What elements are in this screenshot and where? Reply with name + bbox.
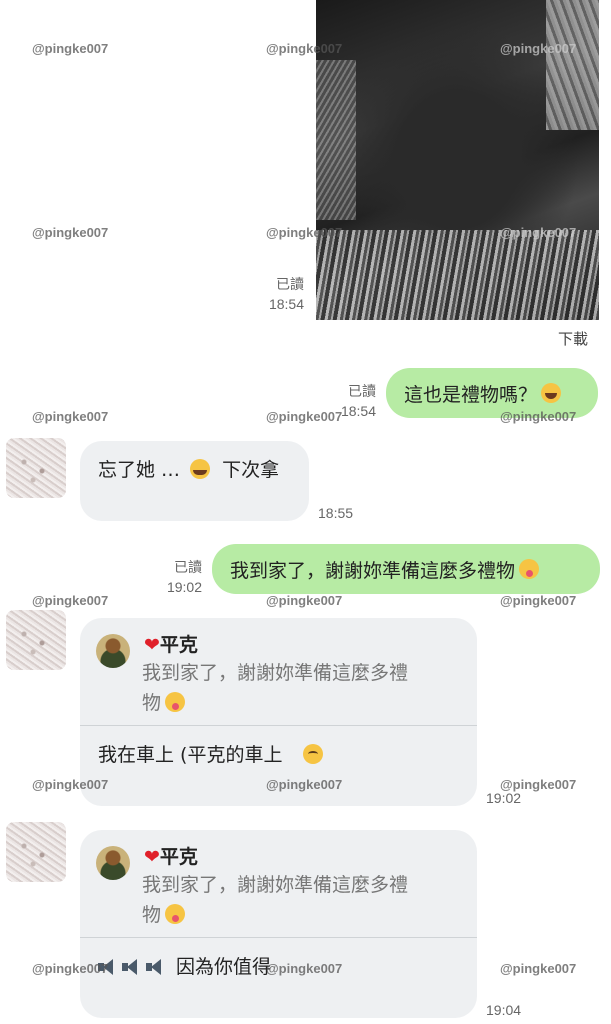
read-receipt: 已讀 bbox=[174, 559, 202, 575]
watermark: @pingke007 bbox=[500, 409, 577, 424]
pleading-emoji bbox=[302, 744, 323, 764]
message-text: 這也是禮物嗎？ bbox=[404, 383, 538, 406]
message-text: 我到家了，謝謝妳準備這麼多禮物 bbox=[230, 559, 516, 582]
watermark: @pingke007 bbox=[500, 225, 577, 240]
quoted-user-avatar bbox=[96, 846, 130, 880]
tongue-emoji bbox=[165, 904, 186, 924]
contact-avatar[interactable] bbox=[6, 822, 66, 882]
read-receipt: 已讀 bbox=[276, 276, 304, 292]
watermark: @pingke007 bbox=[32, 961, 109, 976]
watermark: @pingke007 bbox=[500, 41, 577, 56]
watermark: @pingke007 bbox=[32, 777, 109, 792]
read-receipt: 已讀 bbox=[348, 383, 376, 399]
message-time: 19:04 bbox=[486, 1002, 522, 1018]
watermark: @pingke007 bbox=[266, 961, 343, 976]
watermark: @pingke007 bbox=[32, 593, 109, 608]
message-time: 19:02 bbox=[166, 579, 202, 595]
watermark: @pingke007 bbox=[266, 777, 343, 792]
watermark: @pingke007 bbox=[266, 409, 343, 424]
quoted-message[interactable]: 我到家了，謝謝妳準備這麼多禮 物 bbox=[142, 870, 408, 930]
speaker-icon bbox=[146, 959, 166, 975]
quoted-text-line1: 我到家了，謝謝妳準備這麼多禮 bbox=[142, 874, 409, 896]
divider bbox=[80, 937, 477, 938]
quoted-text-line2: 物 bbox=[142, 904, 162, 926]
sent-message-bubble[interactable]: 我到家了，謝謝妳準備這麼多禮物 bbox=[212, 544, 600, 594]
speaker-icon bbox=[122, 959, 142, 975]
tongue-emoji bbox=[165, 692, 186, 712]
watermark: @pingke007 bbox=[500, 961, 577, 976]
crying-laughing-emoji bbox=[190, 459, 211, 479]
download-button[interactable]: 下載 bbox=[558, 328, 588, 349]
tongue-emoji bbox=[519, 559, 540, 579]
message-time: 19:02 bbox=[486, 790, 522, 806]
heart-icon: ❤ bbox=[144, 846, 160, 868]
message-time: 18:55 bbox=[318, 505, 354, 521]
watermark: @pingke007 bbox=[266, 593, 343, 608]
message-time: 18:54 bbox=[268, 296, 304, 312]
quoted-message[interactable]: 我到家了，謝謝妳準備這麼多禮 物 bbox=[142, 658, 408, 718]
quoted-text-line2: 物 bbox=[142, 692, 162, 714]
quoted-user-avatar bbox=[96, 634, 130, 668]
watermark: @pingke007 bbox=[500, 777, 577, 792]
message-text: 因為你值得 bbox=[176, 956, 272, 978]
watermark: @pingke007 bbox=[266, 225, 343, 240]
watermark: @pingke007 bbox=[32, 409, 109, 424]
watermark: @pingke007 bbox=[32, 225, 109, 240]
quoted-text-line1: 我到家了，謝謝妳準備這麼多禮 bbox=[142, 662, 409, 684]
heart-icon: ❤ bbox=[144, 634, 160, 656]
quoted-user-name: 平克 bbox=[159, 846, 198, 868]
message-text-after: 下次拿 bbox=[222, 459, 280, 481]
reply-message-bubble[interactable]: ❤平克 我到家了，謝謝妳準備這麼多禮 物 因為你值得 bbox=[80, 830, 477, 1018]
laughing-emoji bbox=[541, 383, 562, 403]
watermark: @pingke007 bbox=[500, 593, 577, 608]
divider bbox=[80, 725, 477, 726]
contact-avatar[interactable] bbox=[6, 610, 66, 670]
contact-avatar[interactable] bbox=[6, 438, 66, 498]
received-message-bubble[interactable]: 忘了她 … 下次拿 bbox=[80, 441, 309, 521]
message-text: 忘了她 … bbox=[98, 459, 181, 481]
watermark: @pingke007 bbox=[266, 41, 343, 56]
watermark: @pingke007 bbox=[32, 41, 109, 56]
message-text: 我在車上 (平克的車上 bbox=[98, 744, 283, 766]
quoted-user-name: 平克 bbox=[159, 634, 198, 656]
